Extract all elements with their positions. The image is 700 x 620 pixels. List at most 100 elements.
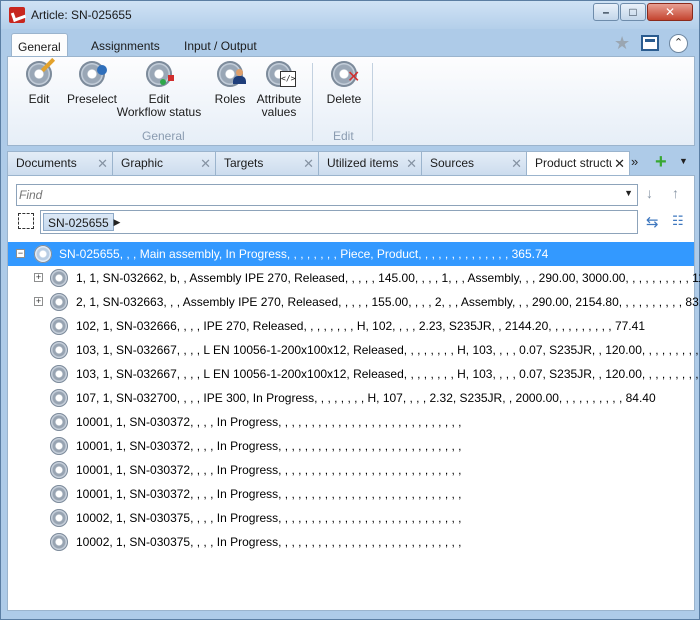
overflow-tabs-icon[interactable]: » — [631, 154, 638, 169]
tab-documents[interactable]: Documents ✕ — [7, 151, 113, 175]
delete-button-label: Delete — [326, 92, 362, 106]
part-gear-icon — [48, 387, 70, 409]
tree-row[interactable]: 10002, 1, SN-030375, , , , In Progress, … — [8, 506, 694, 530]
tree-row[interactable]: +1, 1, SN-032662, b, , Assembly IPE 270,… — [8, 266, 700, 290]
delete-button[interactable]: ✕ Delete — [322, 58, 366, 106]
sort-down-icon[interactable]: ↓ — [646, 185, 653, 201]
tab-menu-icon[interactable]: ▼ — [679, 156, 688, 166]
tree-row-text: 2, 1, SN-032663, , , Assembly IPE 270, R… — [76, 295, 700, 309]
tree-row[interactable]: 102, 1, SN-032666, , , , IPE 270, Releas… — [8, 314, 694, 338]
edit-gear-icon — [23, 57, 56, 90]
preselect-button-label: Preselect — [66, 92, 118, 106]
tab-targets[interactable]: Targets ✕ — [215, 151, 319, 175]
close-icon: ✕ — [664, 5, 676, 19]
breadcrumb[interactable]: SN-025655 ▶ — [40, 210, 638, 234]
tree-row-text: 10001, 1, SN-030372, , , , In Progress, … — [76, 487, 462, 501]
expand-node-icon[interactable]: + — [34, 273, 43, 282]
minimize-button[interactable]: – — [593, 3, 619, 21]
tree-row-text: 1, 1, SN-032662, b, , Assembly IPE 270, … — [76, 271, 700, 285]
sort-up-icon[interactable]: ↑ — [672, 185, 679, 201]
tree-row-text: 10001, 1, SN-030372, , , , In Progress, … — [76, 463, 462, 477]
tree-row[interactable]: 10001, 1, SN-030372, , , , In Progress, … — [8, 482, 694, 506]
part-gear-icon — [48, 435, 70, 457]
tree-root-row[interactable]: − SN-025655, , , Main assembly, In Progr… — [8, 242, 694, 266]
close-tab-icon[interactable]: ✕ — [511, 156, 522, 172]
attribute-values-gear-icon: </> — [263, 58, 296, 90]
selection-rectangle-icon[interactable] — [18, 213, 34, 229]
expand-node-icon[interactable]: + — [34, 297, 43, 306]
tree-row-text: 10002, 1, SN-030375, , , , In Progress, … — [76, 535, 462, 549]
tree-row[interactable]: 10001, 1, SN-030372, , , , In Progress, … — [8, 458, 694, 482]
tree-row-text: 103, 1, SN-032667, , , , L EN 10056-1-20… — [76, 367, 700, 381]
close-tab-icon[interactable]: ✕ — [303, 156, 314, 172]
delete-gear-icon: ✕ — [328, 58, 360, 90]
part-gear-icon — [48, 363, 70, 385]
tab-sources[interactable]: Sources ✕ — [421, 151, 527, 175]
document-tab-bar: Documents ✕ Graphic ✕ Targets ✕ Utilized… — [7, 151, 695, 175]
tree-row[interactable]: 103, 1, SN-032667, , , , L EN 10056-1-20… — [8, 338, 700, 362]
edit-button-label: Edit — [28, 92, 50, 106]
tab-input-output[interactable]: Input / Output — [178, 33, 263, 57]
refresh-icon[interactable]: ⇆ — [646, 213, 659, 231]
tree-row-text: 103, 1, SN-032667, , , , L EN 10056-1-20… — [76, 343, 700, 357]
part-gear-icon — [48, 459, 70, 481]
assembly-gear-icon — [48, 267, 70, 289]
close-tab-icon[interactable]: ✕ — [612, 156, 625, 172]
tree-row[interactable]: 107, 1, SN-032700, , , , IPE 300, In Pro… — [8, 386, 694, 410]
attribute-values-button[interactable]: </> Attribute values — [252, 58, 306, 119]
collapse-ribbon-icon[interactable]: ⌃ — [669, 34, 688, 53]
breadcrumb-arrow-icon[interactable]: ▶ — [111, 214, 123, 230]
close-tab-icon[interactable]: ✕ — [406, 156, 417, 172]
breadcrumb-segment[interactable]: SN-025655 — [43, 213, 114, 231]
tree-row-text: 10001, 1, SN-030372, , , , In Progress, … — [76, 415, 462, 429]
ribbon-group-general-label: General — [142, 129, 185, 143]
part-gear-icon — [48, 483, 70, 505]
assembly-gear-icon — [32, 243, 54, 265]
part-gear-icon — [48, 339, 70, 361]
favorite-star-icon[interactable]: ★ — [614, 33, 630, 54]
maximize-button[interactable]: □ — [620, 3, 646, 21]
title-bar[interactable]: Article: SN-025655 – □ ✕ — [1, 1, 699, 29]
add-tab-icon[interactable]: + — [655, 152, 667, 172]
tree-row-text: 102, 1, SN-032666, , , , IPE 270, Releas… — [76, 319, 645, 333]
find-input[interactable] — [19, 186, 619, 204]
edit-workflow-status-button[interactable]: Edit Workflow status — [114, 58, 204, 119]
tree-row[interactable]: 10001, 1, SN-030372, , , , In Progress, … — [8, 434, 694, 458]
tab-graphic-label: Graphic — [121, 156, 164, 170]
close-button[interactable]: ✕ — [647, 3, 693, 21]
find-dropdown-icon[interactable]: ▼ — [624, 188, 633, 198]
tab-utilized-items[interactable]: Utilized items ✕ — [318, 151, 422, 175]
maximize-icon: □ — [629, 5, 637, 19]
tab-product-structure[interactable]: Product structu ✕ — [526, 151, 630, 175]
window-layout-icon[interactable] — [641, 35, 659, 51]
tree-settings-icon[interactable]: ☷ — [672, 213, 684, 229]
tree-row[interactable]: 103, 1, SN-032667, , , , L EN 10056-1-20… — [8, 362, 700, 386]
edit-workflow-label-line1: Edit — [148, 92, 170, 106]
close-tab-icon[interactable]: ✕ — [97, 156, 108, 172]
attribute-values-label-line1: Attribute — [256, 92, 302, 106]
close-tab-icon[interactable]: ✕ — [200, 156, 211, 172]
ribbon-panel: Edit Preselect Edit Workflow status Role… — [7, 56, 695, 146]
edit-workflow-label-line2: Workflow status — [116, 105, 202, 119]
tree-row[interactable]: 10002, 1, SN-030375, , , , In Progress, … — [8, 530, 694, 554]
collapse-node-icon[interactable]: − — [16, 249, 25, 258]
part-gear-icon — [48, 315, 70, 337]
workflow-gear-icon — [143, 58, 175, 90]
tab-assignments[interactable]: Assignments — [85, 33, 166, 57]
article-window: Article: SN-025655 – □ ✕ General Assignm… — [0, 0, 700, 620]
tab-utilized-items-label: Utilized items — [327, 156, 399, 170]
tab-targets-label: Targets — [224, 156, 264, 170]
tree-row-text: 10002, 1, SN-030375, , , , In Progress, … — [76, 511, 462, 525]
ribbon-group-edit-label: Edit — [333, 129, 354, 143]
tree-row[interactable]: +2, 1, SN-032663, , , Assembly IPE 270, … — [8, 290, 700, 314]
attribute-values-label-line2: values — [261, 105, 297, 119]
tree-row-text: 10001, 1, SN-030372, , , , In Progress, … — [76, 439, 462, 453]
edit-button[interactable]: Edit — [20, 57, 58, 106]
tree-row-text: SN-025655, , , Main assembly, In Progres… — [59, 247, 549, 261]
tab-graphic[interactable]: Graphic ✕ — [112, 151, 216, 175]
find-combobox[interactable]: ▼ — [16, 184, 638, 206]
roles-button[interactable]: Roles — [210, 58, 250, 106]
tab-general[interactable]: General — [11, 33, 68, 57]
roles-gear-icon — [214, 58, 246, 90]
tree-row[interactable]: 10001, 1, SN-030372, , , , In Progress, … — [8, 410, 694, 434]
